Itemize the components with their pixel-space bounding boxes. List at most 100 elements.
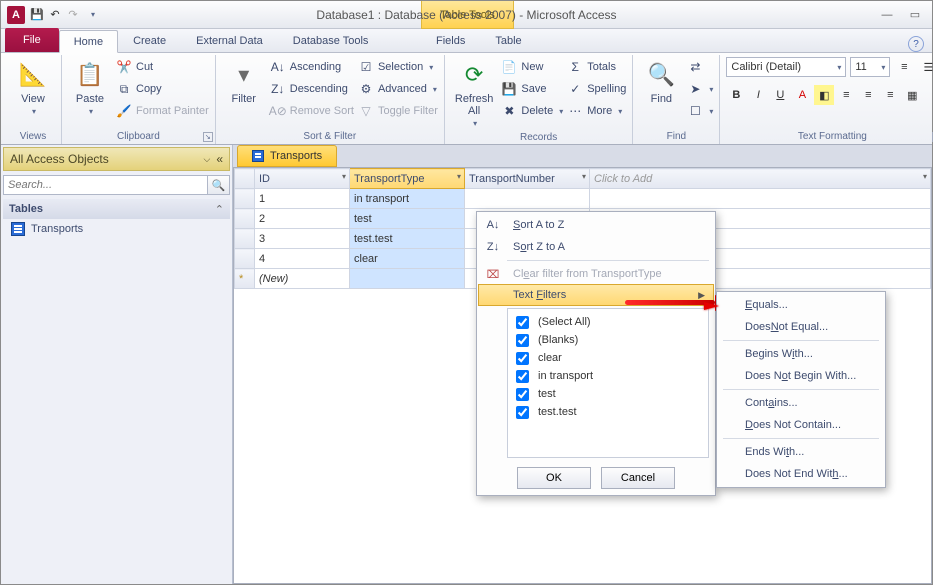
- submenu-begins-with[interactable]: Begins With...: [719, 343, 883, 365]
- selection-button[interactable]: ☑Selection▾: [358, 57, 438, 77]
- align-center-button[interactable]: ≡: [858, 85, 878, 105]
- delete-icon: ✖: [501, 103, 517, 119]
- clipboard-launcher[interactable]: ↘: [203, 132, 213, 142]
- chevron-down-icon[interactable]: ▾: [342, 172, 346, 181]
- align-left-button[interactable]: ≡: [836, 85, 856, 105]
- goto-icon: ➤: [687, 81, 703, 97]
- tab-create[interactable]: Create: [118, 29, 181, 52]
- minimize-button[interactable]: —: [876, 7, 898, 23]
- tab-home[interactable]: Home: [59, 30, 118, 53]
- column-header-id[interactable]: ID▾: [255, 169, 350, 189]
- replace-button[interactable]: ⇄: [687, 57, 713, 77]
- totals-button[interactable]: ΣTotals: [567, 57, 626, 77]
- column-header-click-to-add[interactable]: Click to Add▾: [590, 169, 931, 189]
- submenu-not-begin-with[interactable]: Does Not Begin With...: [719, 365, 883, 387]
- tables-group-header[interactable]: Tables ⌃: [3, 199, 230, 219]
- paste-button[interactable]: 📋 Paste ▾: [68, 57, 112, 118]
- underline-button[interactable]: U: [770, 85, 790, 105]
- goto-button[interactable]: ➤▾: [687, 79, 713, 99]
- filter-option[interactable]: clear: [512, 349, 704, 367]
- new-button[interactable]: 📄New: [501, 57, 563, 77]
- advanced-icon: ⚙: [358, 81, 374, 97]
- filter-option[interactable]: test: [512, 385, 704, 403]
- more-button[interactable]: ⋯More▾: [567, 101, 626, 121]
- bullets-icon[interactable]: ≡: [894, 57, 914, 77]
- nav-collapse-icon[interactable]: «: [216, 152, 223, 166]
- font-name-select[interactable]: Calibri (Detail)▾: [726, 57, 846, 77]
- ascending-button[interactable]: A↓Ascending: [270, 57, 354, 77]
- tab-table[interactable]: Table: [480, 29, 536, 52]
- save-icon[interactable]: 💾: [29, 7, 45, 23]
- align-right-button[interactable]: ≡: [880, 85, 900, 105]
- tab-database-tools[interactable]: Database Tools: [278, 29, 384, 52]
- remove-sort-icon: A⊘: [270, 103, 286, 119]
- font-size-select[interactable]: 11▾: [850, 57, 890, 77]
- advanced-button[interactable]: ⚙Advanced▾: [358, 79, 438, 99]
- title-bar: A 💾 ↶ ↷ ▾ Table Tools Database1 : Databa…: [1, 1, 932, 29]
- submenu-contains[interactable]: Contains...: [719, 392, 883, 414]
- search-input[interactable]: [3, 175, 208, 195]
- select-all-corner[interactable]: [235, 169, 255, 189]
- gridlines-button[interactable]: ▦: [902, 85, 922, 105]
- toggle-filter-icon: ▽: [358, 103, 374, 119]
- chevron-down-icon[interactable]: ▾: [457, 172, 461, 181]
- menu-sort-za[interactable]: Z↓Sort Z to A: [479, 236, 713, 258]
- spelling-button[interactable]: ✓Spelling: [567, 79, 626, 99]
- refresh-all-button[interactable]: ⟳ Refresh All ▾: [451, 57, 498, 130]
- italic-button[interactable]: I: [748, 85, 768, 105]
- group-find: 🔍 Find ⇄ ➤▾ ☐▾ Find: [633, 55, 720, 144]
- cut-button[interactable]: ✂️Cut: [116, 57, 209, 77]
- nav-dropdown-icon[interactable]: ⌵: [203, 154, 210, 165]
- tab-fields[interactable]: Fields: [421, 29, 480, 52]
- menu-text-filters[interactable]: Text Filters▶: [478, 284, 714, 306]
- tab-file[interactable]: File: [5, 28, 59, 52]
- submenu-not-contain[interactable]: Does Not Contain...: [719, 414, 883, 436]
- submenu-equals[interactable]: Equals...: [719, 294, 883, 316]
- save-button[interactable]: 💾Save: [501, 79, 563, 99]
- chevron-down-icon[interactable]: ▾: [923, 172, 927, 181]
- help-icon[interactable]: ?: [908, 36, 924, 52]
- search-icon: 🔍: [212, 179, 226, 192]
- select-button[interactable]: ☐▾: [687, 101, 713, 121]
- menu-sort-az[interactable]: A↓Sort A to Z: [479, 214, 713, 236]
- descending-button[interactable]: Z↓Descending: [270, 79, 354, 99]
- table-row[interactable]: 1in transport: [235, 189, 931, 209]
- toggle-filter-button: ▽Toggle Filter: [358, 101, 438, 121]
- redo-icon[interactable]: ↷: [65, 7, 81, 23]
- font-color-button[interactable]: A: [792, 85, 812, 105]
- submenu-not-equal[interactable]: Does Not Equal...: [719, 316, 883, 338]
- nav-header[interactable]: All Access Objects ⌵ «: [3, 147, 230, 171]
- paste-icon: 📋: [74, 59, 106, 91]
- undo-icon[interactable]: ↶: [47, 7, 63, 23]
- submenu-ends-with[interactable]: Ends With...: [719, 441, 883, 463]
- copy-icon: ⧉: [116, 81, 132, 97]
- text-filters-submenu: Equals... Does Not Equal... Begins With.…: [716, 291, 886, 488]
- nav-table-transports[interactable]: Transports: [1, 219, 232, 239]
- column-header-transporttype[interactable]: TransportType▾: [350, 169, 465, 189]
- find-button[interactable]: 🔍 Find: [639, 57, 683, 107]
- restore-button[interactable]: ▭: [904, 7, 926, 23]
- tab-external-data[interactable]: External Data: [181, 29, 278, 52]
- qat-customize-icon[interactable]: ▾: [85, 7, 101, 23]
- doc-tab-transports[interactable]: Transports: [237, 145, 337, 167]
- ok-button[interactable]: OK: [517, 467, 591, 489]
- bold-button[interactable]: B: [726, 85, 746, 105]
- numbering-icon[interactable]: ☰: [918, 57, 933, 77]
- view-button[interactable]: 📐 View ▾: [11, 57, 55, 118]
- copy-button[interactable]: ⧉Copy: [116, 79, 209, 99]
- filter-button[interactable]: ▾ Filter: [222, 57, 266, 107]
- filter-checklist[interactable]: (Select All) (Blanks) clear in transport…: [507, 308, 709, 458]
- filter-option[interactable]: (Blanks): [512, 331, 704, 349]
- filter-option[interactable]: test.test: [512, 403, 704, 421]
- submenu-not-end-with[interactable]: Does Not End With...: [719, 463, 883, 485]
- cut-icon: ✂️: [116, 59, 132, 75]
- delete-button[interactable]: ✖Delete▾: [501, 101, 563, 121]
- column-header-transportnumber[interactable]: TransportNumber▾: [465, 169, 590, 189]
- search-button[interactable]: 🔍: [208, 175, 230, 195]
- filter-option[interactable]: (Select All): [512, 313, 704, 331]
- chevron-down-icon[interactable]: ▾: [582, 172, 586, 181]
- group-sort-filter: ▾ Filter A↓Ascending Z↓Descending A⊘Remo…: [216, 55, 445, 144]
- filter-option[interactable]: in transport: [512, 367, 704, 385]
- fill-color-button[interactable]: ◧: [814, 85, 834, 105]
- cancel-button[interactable]: Cancel: [601, 467, 675, 489]
